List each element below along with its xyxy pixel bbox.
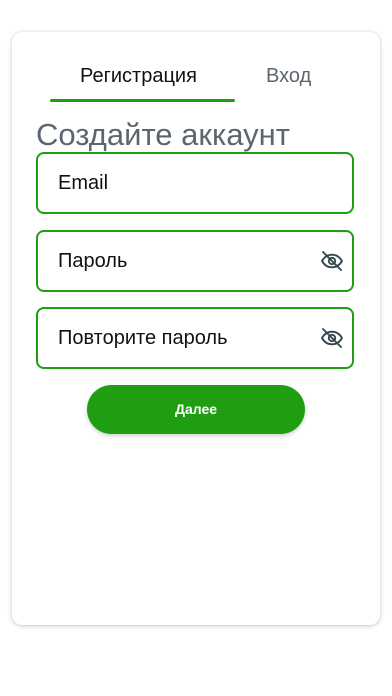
tab-login[interactable]: Вход xyxy=(266,63,311,89)
eye-off-icon[interactable] xyxy=(320,249,344,273)
password-field[interactable] xyxy=(58,232,318,290)
page-title: Создайте аккаунт xyxy=(36,117,290,152)
active-tab-indicator xyxy=(50,99,235,102)
repeat-password-field-box xyxy=(36,307,354,369)
email-field[interactable] xyxy=(58,154,318,212)
email-field-box xyxy=(36,152,354,214)
eye-off-icon[interactable] xyxy=(320,326,344,350)
next-button[interactable]: Далее xyxy=(87,385,305,434)
auth-tabs: Регистрация Вход xyxy=(50,63,350,103)
registration-card: Регистрация Вход Создайте аккаунт Далее xyxy=(12,32,380,625)
password-field-box xyxy=(36,230,354,292)
repeat-password-field[interactable] xyxy=(58,309,318,367)
tab-register[interactable]: Регистрация xyxy=(80,63,197,89)
